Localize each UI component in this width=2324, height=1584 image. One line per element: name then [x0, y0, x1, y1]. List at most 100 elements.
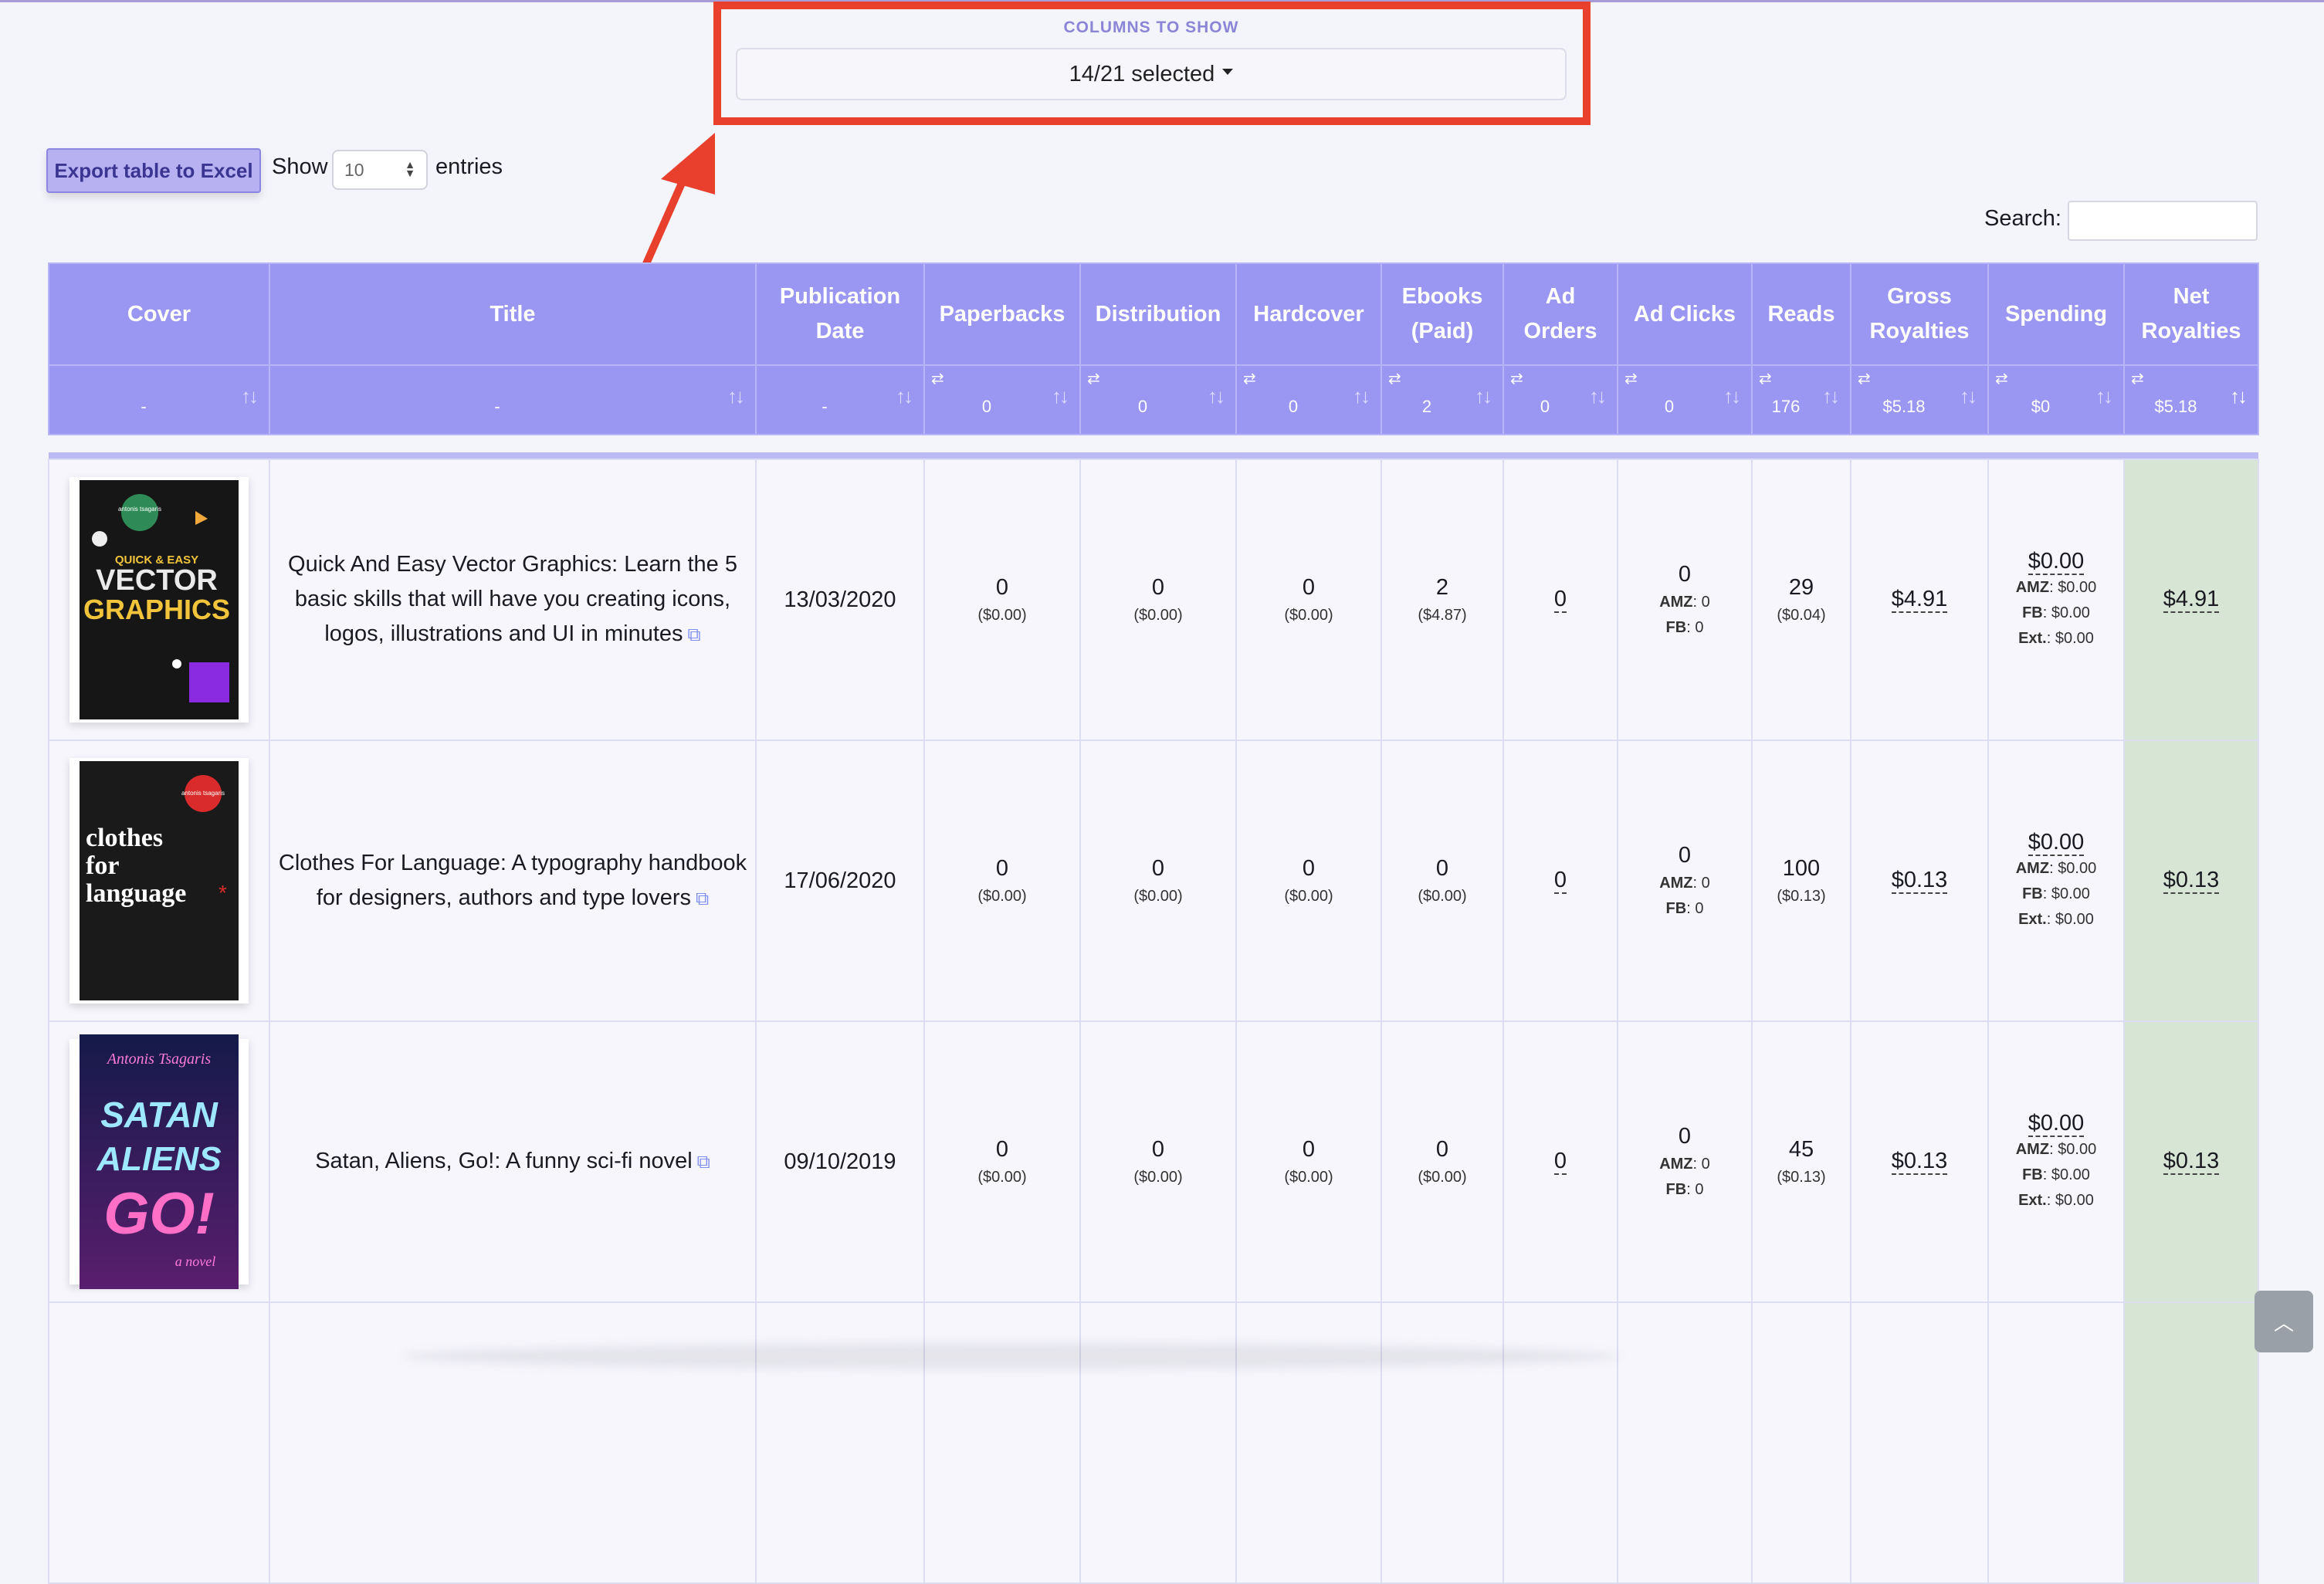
swap-icon[interactable]: ⇄: [1510, 369, 1523, 388]
swap-icon[interactable]: ⇄: [1759, 369, 1772, 388]
hardcover-cell: 0 ($0.00): [1235, 740, 1382, 1022]
cell-value: 2: [1435, 574, 1449, 600]
gross-royalties-value[interactable]: $0.13: [1891, 868, 1948, 894]
external-link-icon[interactable]: ⧉: [688, 624, 701, 645]
header-title[interactable]: Title: [269, 262, 757, 366]
publication-date: 13/03/2020: [784, 587, 896, 612]
total-cell: - ↑↓: [755, 364, 925, 435]
cover-author: antonis tsagaris: [118, 506, 161, 513]
ext-label: Ext.: [2018, 910, 2047, 928]
swap-icon[interactable]: ⇄: [931, 369, 944, 388]
cell-subvalue: ($0.00): [1133, 1168, 1183, 1186]
fb-value: 0: [1695, 1181, 1704, 1198]
title-cell: Clothes For Language: A typography handb…: [269, 740, 757, 1022]
cell-value: 0: [1678, 1124, 1692, 1149]
ad-clicks-cell: 0 AMZ: 0 FB: 0: [1617, 1020, 1753, 1303]
spending-value[interactable]: $0.00: [2028, 830, 2085, 856]
page: COLUMNS TO SHOW 14/21 selected Export ta…: [0, 0, 2324, 1584]
book-title-text: Clothes For Language: A typography handb…: [278, 850, 747, 910]
header-reads[interactable]: Reads: [1751, 262, 1851, 366]
ad-orders-value[interactable]: 0: [1553, 587, 1567, 613]
header-ad-clicks[interactable]: Ad Clicks: [1617, 262, 1753, 366]
export-excel-button[interactable]: Export table to Excel: [46, 148, 261, 193]
sort-icon[interactable]: ↑↓: [2095, 384, 2113, 408]
gross-royalties-value[interactable]: $0.13: [1891, 1149, 1948, 1175]
fb-value: $0.00: [2051, 604, 2090, 621]
sort-icon[interactable]: ↑↓: [241, 384, 259, 408]
ebooks-cell: 2 ($4.87): [1381, 459, 1504, 741]
cell-subvalue: ($0.00): [1133, 606, 1183, 624]
book-cover[interactable]: antonis tsagaris QUICK & EASY VECTOR GRAPHI…: [69, 477, 249, 723]
total-value: 0: [1288, 397, 1299, 416]
swap-icon[interactable]: ⇄: [2131, 369, 2144, 388]
sort-icon[interactable]: ↑↓: [1960, 384, 1977, 408]
header-gross-royalties[interactable]: Gross Royalties: [1850, 262, 1989, 366]
title-cell: Satan, Aliens, Go!: A funny sci-fi novel…: [269, 1020, 757, 1303]
table-row: antonis tsagaris clothes for language * Cloth…: [48, 740, 2259, 1022]
spending-cell: $0.00 AMZ: $0.00 FB: $0.00 Ext.: $0.00: [1987, 459, 2125, 741]
swap-icon[interactable]: ⇄: [1624, 369, 1638, 388]
book-cover[interactable]: Antonis Tsagaris SATAN ALIENS GO! a novel: [69, 1034, 249, 1289]
total-cell: - ↑↓: [269, 364, 757, 435]
hardcover-cell: 0 ($0.00): [1235, 459, 1382, 741]
header-ebooks-paid[interactable]: Ebooks (Paid): [1381, 262, 1504, 366]
net-royalties-value[interactable]: $0.13: [2163, 1149, 2220, 1175]
entries-value: 10: [344, 160, 364, 180]
sort-icon[interactable]: ↑↓: [1822, 384, 1840, 408]
ad-orders-value[interactable]: 0: [1553, 1149, 1567, 1175]
header-line: Date: [815, 319, 865, 344]
header-net-royalties[interactable]: Net Royalties: [2123, 262, 2259, 366]
search-input[interactable]: [2068, 201, 2258, 241]
header-hardcover[interactable]: Hardcover: [1235, 262, 1382, 366]
spending-value[interactable]: $0.00: [2028, 549, 2085, 575]
sort-icon[interactable]: ↑↓: [1052, 384, 1069, 408]
sort-icon[interactable]: ↑↓: [896, 384, 913, 408]
net-royalties-cell: $0.13: [2123, 740, 2259, 1022]
total-cell: - ↑↓: [48, 364, 270, 435]
ext-label: Ext.: [2018, 1191, 2047, 1209]
header-line: Royalties: [2141, 319, 2241, 344]
spending-value[interactable]: $0.00: [2028, 1111, 2085, 1137]
fb-value: $0.00: [2051, 1166, 2090, 1183]
reads-cell: 29 ($0.04): [1751, 459, 1851, 741]
swap-icon[interactable]: ⇄: [1243, 369, 1256, 388]
cell-subvalue: ($4.87): [1418, 606, 1467, 624]
external-link-icon[interactable]: ⧉: [696, 888, 709, 909]
net-royalties-value[interactable]: $4.91: [2163, 587, 2220, 613]
header-cover[interactable]: Cover: [48, 262, 270, 366]
sort-icon[interactable]: ↑↓: [1208, 384, 1225, 408]
sort-icon[interactable]: ↑↓: [1723, 384, 1741, 408]
total-value: 2: [1421, 397, 1432, 416]
fb-clicks: FB: 0: [1665, 619, 1704, 636]
net-royalties-value[interactable]: $0.13: [2163, 868, 2220, 894]
sort-icon[interactable]: ↑↓: [1589, 384, 1607, 408]
swap-icon[interactable]: ⇄: [1858, 369, 1871, 388]
swap-icon[interactable]: ⇄: [1388, 369, 1401, 388]
total-cell: ⇄ $5.18 ↑↓: [1850, 364, 1989, 435]
scroll-to-top-button[interactable]: ︿: [2255, 1291, 2313, 1352]
header-publication-date[interactable]: Publication Date: [755, 262, 925, 366]
book-title: Quick And Easy Vector Graphics: Learn th…: [288, 552, 737, 646]
header-spending[interactable]: Spending: [1987, 262, 2125, 366]
gross-royalties-value[interactable]: $4.91: [1891, 587, 1948, 613]
date-cell: 09/10/2019: [755, 1020, 925, 1303]
swap-icon[interactable]: ⇄: [1995, 369, 2008, 388]
sort-icon[interactable]: ↑↓: [1353, 384, 1370, 408]
ad-orders-value[interactable]: 0: [1553, 868, 1567, 894]
ad-orders-cell: 0: [1502, 459, 1618, 741]
sort-icon[interactable]: ↑↓: [727, 384, 745, 408]
header-ad-orders[interactable]: Ad Orders: [1502, 262, 1618, 366]
sort-icon[interactable]: ↑↓: [2230, 384, 2248, 408]
cell-subvalue: ($0.00): [977, 1168, 1027, 1186]
book-title: Clothes For Language: A typography handb…: [279, 851, 747, 910]
fb-value: 0: [1695, 619, 1704, 636]
sort-icon[interactable]: ↑↓: [1475, 384, 1492, 408]
header-paperbacks[interactable]: Paperbacks: [923, 262, 1081, 366]
empty-cell: [1502, 1301, 1618, 1584]
entries-per-page-select[interactable]: 10 ▲ ▼: [332, 150, 428, 190]
header-distribution[interactable]: Distribution: [1079, 262, 1237, 366]
book-cover[interactable]: antonis tsagaris clothes for language *: [69, 758, 249, 1004]
swap-icon[interactable]: ⇄: [1087, 369, 1100, 388]
bottom-shadow: [401, 1343, 1621, 1369]
external-link-icon[interactable]: ⧉: [697, 1152, 710, 1173]
